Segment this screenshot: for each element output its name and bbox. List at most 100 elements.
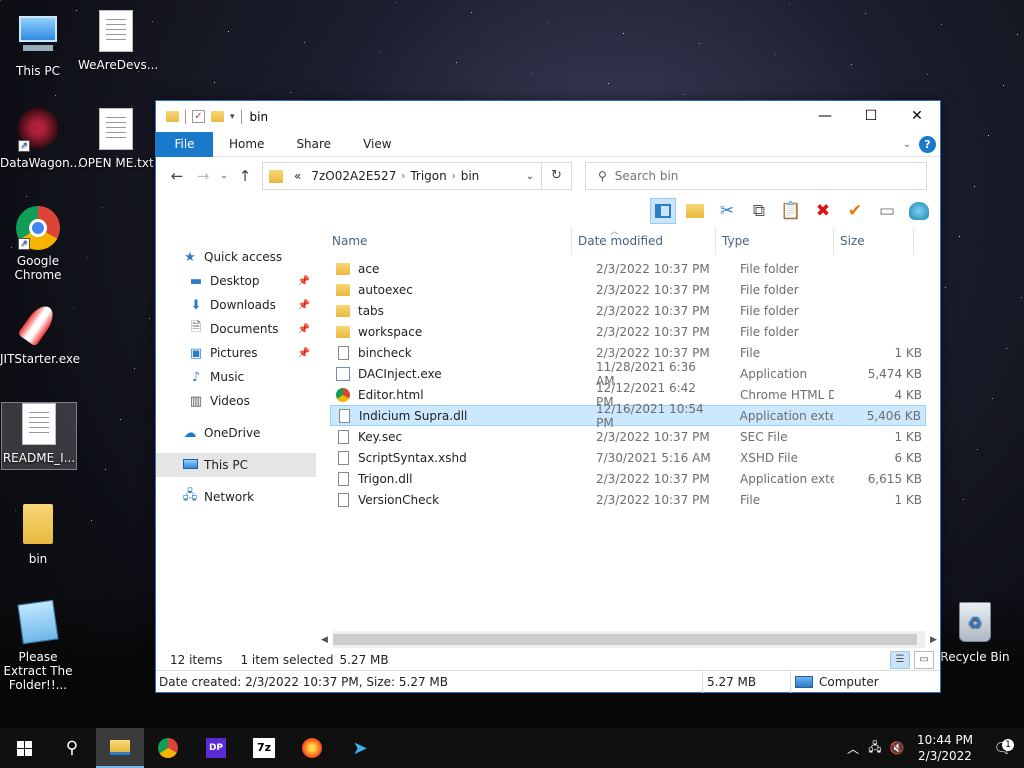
column-header-name[interactable]: Name — [316, 227, 572, 255]
paste-icon[interactable]: 📋 — [778, 198, 804, 224]
table-row[interactable]: Trigon.dll 2/3/2022 10:37 PM Application e… — [330, 468, 926, 489]
desktop-icon-datawagon[interactable]: ↗ DataWagon... — [0, 108, 81, 170]
preview-pane-icon[interactable] — [650, 198, 676, 224]
search-box[interactable]: ⚲ — [585, 162, 927, 190]
desktop-icon-bin[interactable]: bin — [0, 504, 76, 566]
column-headers: Name Date modified Type Size — [316, 227, 940, 255]
nav-quick-access[interactable]: ★ Quick access — [156, 245, 316, 269]
desktop-icon-this-pc[interactable]: This PC — [0, 10, 76, 78]
desktop-icon-wearedevs[interactable]: WeAreDevs... — [78, 10, 158, 72]
nav-desktop[interactable]: ▬ Desktop 📌 — [156, 269, 316, 293]
notifications-button[interactable]: 🗨 1 — [982, 739, 1024, 757]
chevron-right-icon[interactable]: › — [452, 171, 456, 182]
table-row[interactable]: ace 2/3/2022 10:37 PM File folder — [330, 258, 926, 279]
desktop-icon-jitstarter[interactable]: JITStarter.exe — [0, 301, 80, 366]
taskbar-chrome[interactable] — [144, 728, 192, 768]
taskbar-arrow-app[interactable]: ➤ — [336, 728, 384, 768]
desktop-icon-open-me[interactable]: OPEN ME.txt — [78, 108, 154, 170]
breadcrumb-item[interactable]: bin — [461, 169, 480, 183]
nav-downloads[interactable]: ⬇ Downloads 📌 — [156, 293, 316, 317]
start-button[interactable] — [0, 728, 48, 768]
taskbar-file-explorer[interactable] — [96, 728, 144, 768]
table-row[interactable]: Key.sec 2/3/2022 10:37 PM SEC File 1 KB — [330, 426, 926, 447]
star — [101, 206, 103, 208]
tab-share[interactable]: Share — [280, 132, 347, 157]
taskbar-firefox[interactable] — [288, 728, 336, 768]
title-bar[interactable]: ✓ ▾ bin — ☐ ✕ — [156, 101, 940, 132]
desktop-icon-recycle-bin[interactable]: ♻ Recycle Bin — [940, 602, 1010, 664]
chevron-up-icon[interactable]: ︿ — [842, 740, 864, 757]
back-button[interactable]: ← — [164, 167, 190, 185]
search-input[interactable] — [614, 169, 905, 183]
tab-file[interactable]: File — [156, 131, 213, 157]
chevron-right-icon[interactable]: › — [401, 171, 405, 182]
nav-documents[interactable]: 🗎 Documents 📌 — [156, 317, 316, 341]
star — [1006, 347, 1007, 349]
up-button[interactable]: ↑ — [232, 167, 258, 185]
desktop-icon-please-extract[interactable]: Please Extract The Folder!!... — [0, 599, 76, 692]
column-header-size[interactable]: Size — [834, 227, 914, 255]
pin-icon[interactable]: 📌 — [298, 300, 310, 311]
firefox-icon — [302, 738, 322, 758]
forward-button[interactable]: → — [190, 167, 216, 185]
delete-icon[interactable]: ✖ — [810, 198, 836, 224]
properties-icon[interactable]: ✓ — [192, 110, 205, 123]
taskbar-7zip[interactable]: 7z — [240, 728, 288, 768]
refresh-button[interactable]: ↻ — [542, 162, 572, 190]
cut-icon[interactable]: ✂ — [714, 198, 740, 224]
nav-this-pc[interactable]: This PC — [156, 453, 316, 477]
shell-icon[interactable] — [906, 198, 932, 224]
nav-onedrive[interactable]: ☁ OneDrive — [156, 421, 316, 445]
breadcrumb-item[interactable]: Trigon — [410, 169, 446, 183]
new-folder-icon[interactable] — [682, 198, 708, 224]
file-name-cell: Key.sec — [330, 429, 572, 444]
tab-view[interactable]: View — [347, 132, 407, 157]
nav-music[interactable]: ♪ Music — [156, 365, 316, 389]
copy-icon[interactable]: ⧉ — [746, 198, 772, 224]
new-folder-icon[interactable] — [211, 111, 224, 122]
table-row[interactable]: Indicium Supra.dll 12/16/2021 10:54 PM App… — [330, 402, 926, 430]
table-row[interactable]: workspace 2/3/2022 10:37 PM File folder — [330, 321, 926, 342]
nav-videos[interactable]: ▥ Videos — [156, 389, 316, 413]
clock[interactable]: 10:44 PM 2/3/2022 — [908, 732, 982, 764]
desktop-icon-readme[interactable]: README_I... — [1, 402, 77, 470]
tab-home[interactable]: Home — [213, 132, 280, 157]
column-header-type[interactable]: Type — [716, 227, 834, 255]
minimize-button[interactable]: — — [802, 101, 848, 132]
scroll-right-icon[interactable]: ▶ — [925, 635, 942, 645]
pin-icon[interactable]: 📌 — [298, 348, 310, 359]
expand-ribbon-icon[interactable]: ⌄ — [903, 139, 911, 150]
column-header-date[interactable]: Date modified — [572, 227, 716, 255]
address-bar[interactable]: « 7zO02A2E527 › Trigon › bin ⌄ — [262, 162, 542, 190]
properties-icon[interactable]: ▭ — [874, 198, 900, 224]
recent-locations-button[interactable]: ⌄ — [216, 171, 232, 181]
pin-icon[interactable]: 📌 — [298, 324, 310, 335]
desktop-icon-google-chrome[interactable]: ↗ Google Chrome — [0, 206, 76, 282]
maximize-button[interactable]: ☐ — [848, 101, 894, 132]
breadcrumb-item[interactable]: 7zO02A2E527 — [311, 169, 396, 183]
chevron-down-icon[interactable]: ⌄ — [519, 171, 541, 182]
scroll-left-icon[interactable]: ◀ — [316, 635, 333, 645]
pin-icon[interactable]: 📌 — [298, 276, 310, 287]
network-icon[interactable]: 🖧 — [864, 738, 886, 759]
file-name: Indicium Supra.dll — [359, 408, 468, 423]
table-row[interactable]: VersionCheck 2/3/2022 10:37 PM File 1 KB — [330, 489, 926, 510]
search-button[interactable]: ⚲ — [48, 728, 96, 768]
volume-muted-icon[interactable]: 🔇 — [886, 741, 908, 755]
nav-pictures[interactable]: ▣ Pictures 📌 — [156, 341, 316, 365]
rename-check-icon[interactable]: ✔ — [842, 198, 868, 224]
table-row[interactable]: ScriptSyntax.xshd 7/30/2021 5:16 AM XSHD F… — [330, 447, 926, 468]
scroll-track[interactable] — [333, 631, 925, 648]
customize-quick-access-icon[interactable]: ▾ — [230, 112, 235, 122]
table-row[interactable]: autoexec 2/3/2022 10:37 PM File folder — [330, 279, 926, 300]
scroll-thumb[interactable] — [333, 634, 917, 645]
horizontal-scrollbar[interactable]: ◀ ▶ — [316, 631, 942, 648]
help-button[interactable]: ? — [919, 135, 936, 153]
taskbar-dp-app[interactable]: DP — [192, 728, 240, 768]
breadcrumb-overflow[interactable]: « — [294, 169, 301, 183]
nav-network[interactable]: 🖧 Network — [156, 485, 316, 509]
close-button[interactable]: ✕ — [894, 101, 940, 132]
table-row[interactable]: tabs 2/3/2022 10:37 PM File folder — [330, 300, 926, 321]
large-icons-view-icon[interactable]: ▭ — [914, 651, 934, 669]
details-view-icon[interactable]: ☰ — [890, 651, 910, 669]
